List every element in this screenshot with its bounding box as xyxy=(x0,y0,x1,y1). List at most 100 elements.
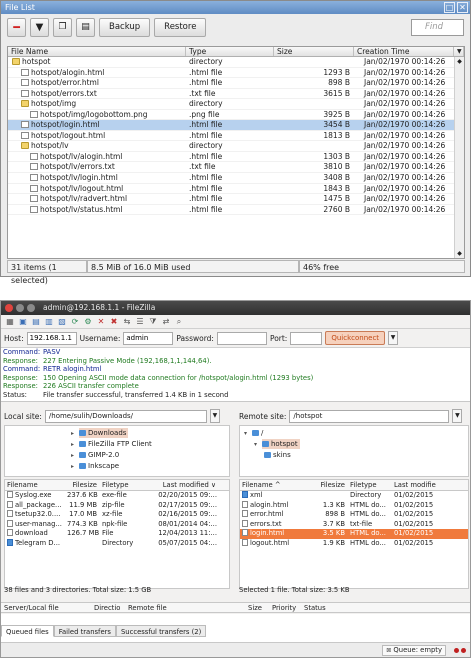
list-item[interactable]: user-manag... 774.3 KB npk-file 08/01/2014 … xyxy=(5,519,229,530)
expand-icon[interactable]: ▸ xyxy=(71,429,79,439)
local-tree-item[interactable]: ▸ Downloads xyxy=(71,428,229,439)
list-item[interactable]: logout.html 1.9 KB HTML do... 01/02/2015 xyxy=(240,538,468,549)
filter-button[interactable]: ▼ xyxy=(30,17,49,37)
column-size[interactable]: Size xyxy=(245,603,269,612)
local-path-input[interactable]: /home/sulih/Downloads/ xyxy=(44,409,207,423)
table-row[interactable]: hotspot directory Jan/02/1970 00:14:26 xyxy=(8,57,464,68)
scroll-down-icon[interactable]: ◆ xyxy=(455,250,464,257)
column-direction[interactable]: Directio xyxy=(91,603,125,612)
site-manager-icon[interactable]: ▦ xyxy=(5,317,15,327)
local-path-dropdown-icon[interactable]: ▼ xyxy=(209,409,220,423)
host-input[interactable] xyxy=(26,331,77,345)
table-row[interactable]: hotspot/error.html .html file 898 B Jan/02/… xyxy=(8,78,464,89)
column-menu-icon[interactable]: ▼ xyxy=(454,47,464,56)
remote-path-dropdown-icon[interactable]: ▼ xyxy=(452,409,463,423)
list-item[interactable]: Syslog.exe 237.6 KB exe-file 02/20/2015 09:… xyxy=(5,491,229,501)
column-last-modified[interactable]: Last modifie xyxy=(392,480,462,490)
column-type[interactable]: Type xyxy=(186,47,274,56)
local-tree-item[interactable]: ▸ Inkscape xyxy=(71,461,229,472)
table-row[interactable]: hotspot/lv/login.html .html file 3408 B Jan… xyxy=(8,173,464,184)
table-row[interactable]: hotspot/login.html .html file 3454 B Jan/02… xyxy=(8,120,464,131)
tab-successful-transfers[interactable]: Successful transfers (2) xyxy=(115,625,207,637)
expand-icon[interactable]: ▾ xyxy=(254,440,262,450)
list-item[interactable]: tsetup32.0.... 17.0 MB xz-file 02/16/2015 0… xyxy=(5,510,229,520)
table-row[interactable]: hotspot/alogin.html .html file 1293 B Jan/0… xyxy=(8,68,464,79)
list-item[interactable]: xml Directory 01/02/2015 xyxy=(240,491,468,501)
expand-icon[interactable]: ▾ xyxy=(244,429,252,439)
column-server-local-file[interactable]: Server/Local file xyxy=(1,603,91,612)
list-item[interactable]: error.html 898 B HTML do... 01/02/2015 xyxy=(240,510,468,520)
column-filename[interactable]: Filename xyxy=(5,480,65,490)
toggle-tree-icon[interactable]: ▤ xyxy=(31,317,41,327)
close-icon[interactable] xyxy=(5,304,13,312)
toggle-remote-tree-icon[interactable]: ▥ xyxy=(44,317,54,327)
copy-button[interactable]: ❐ xyxy=(53,17,72,37)
password-input[interactable] xyxy=(216,331,267,345)
maximize-icon[interactable]: □ xyxy=(444,2,455,13)
remove-button[interactable]: ━ xyxy=(7,17,26,37)
column-status[interactable]: Status xyxy=(301,603,341,612)
table-row[interactable]: hotspot/img/logobottom.png .png file 3925 … xyxy=(8,110,464,121)
disconnect-icon[interactable]: ✖ xyxy=(109,317,119,327)
close-icon[interactable]: ✕ xyxy=(457,2,468,13)
column-filesize[interactable]: Filesize xyxy=(65,480,100,490)
list-item[interactable]: Telegram D... Directory 05/07/2015 04:... xyxy=(5,538,229,549)
table-row[interactable]: hotspot/lv/alogin.html .html file 1303 B Ja… xyxy=(8,152,464,163)
column-file-name[interactable]: File Name xyxy=(8,47,186,56)
table-row[interactable]: hotspot/lv/logout.html .html file 1843 B Ja… xyxy=(8,184,464,195)
vertical-scrollbar[interactable]: ◆ ◆ xyxy=(454,57,464,258)
toggle-log-icon[interactable]: ▣ xyxy=(18,317,28,327)
local-tree-item[interactable]: ▸ FileZilla FTP Client xyxy=(71,439,229,450)
table-row[interactable]: hotspot/lv/errors.txt .txt file 3810 B Jan/… xyxy=(8,162,464,174)
reconnect-icon[interactable]: ⇆ xyxy=(122,317,132,327)
list-item[interactable]: errors.txt 3.7 KB txt-file 01/02/2015 xyxy=(240,519,468,530)
backup-button[interactable]: Backup xyxy=(99,17,151,37)
table-row[interactable]: hotspot/logout.html .html file 1813 B Jan/0… xyxy=(8,131,464,142)
table-row[interactable]: hotspot/lv directory Jan/02/1970 00:14:26 xyxy=(8,141,464,152)
process-queue-icon[interactable]: ⚙ xyxy=(83,317,93,327)
local-tree-item[interactable]: ▸ GIMP-2.0 xyxy=(71,450,229,461)
tab-queued-files[interactable]: Queued files xyxy=(1,625,54,637)
compare-icon[interactable]: ⇄ xyxy=(161,317,171,327)
username-input[interactable] xyxy=(123,331,174,345)
column-last-modified[interactable]: Last modified ∨ xyxy=(150,480,220,490)
port-input[interactable] xyxy=(290,331,323,345)
refresh-icon[interactable]: ⟳ xyxy=(70,317,80,327)
remote-tree-item[interactable]: ▾ hotspot xyxy=(244,439,468,450)
tab-failed-transfers[interactable]: Failed transfers xyxy=(53,625,116,637)
directory-listing-icon[interactable]: ☰ xyxy=(135,317,145,327)
quickconnect-button[interactable]: Quickconnect xyxy=(325,331,386,345)
find-input[interactable]: Find xyxy=(411,18,464,36)
remote-tree-root[interactable]: ▾ / xyxy=(244,428,468,439)
expand-icon[interactable]: ▸ xyxy=(71,451,79,461)
table-row[interactable]: hotspot/lv/radvert.html .html file 1475 B J… xyxy=(8,194,464,205)
column-size[interactable]: Size xyxy=(274,47,354,56)
list-item[interactable]: download 126.7 MB File 12/04/2013 11:... xyxy=(5,529,229,539)
expand-icon[interactable]: ▸ xyxy=(71,440,79,450)
list-item[interactable]: alogin.html 1.3 KB HTML do... 01/02/2015 xyxy=(240,500,468,511)
expand-icon[interactable]: ▸ xyxy=(71,462,79,472)
paste-button[interactable]: ▤ xyxy=(76,17,95,37)
quickconnect-dropdown-icon[interactable]: ▼ xyxy=(388,331,399,345)
minimize-icon[interactable] xyxy=(16,304,24,312)
scroll-up-icon[interactable]: ◆ xyxy=(455,58,464,65)
maximize-icon[interactable] xyxy=(27,304,35,312)
toggle-queue-icon[interactable]: ▧ xyxy=(57,317,67,327)
column-creation-time[interactable]: Creation Time xyxy=(354,47,454,56)
list-item[interactable]: all_package... 11.9 MB zip-file 02/17/2015 … xyxy=(5,500,229,511)
remote-path-input[interactable]: /hotspot xyxy=(289,409,450,423)
cancel-icon[interactable]: ✕ xyxy=(96,317,106,327)
column-filetype[interactable]: Filetype xyxy=(100,480,150,490)
search-icon[interactable]: ⌕ xyxy=(174,317,184,327)
column-filename[interactable]: Filename ^ xyxy=(240,480,298,490)
list-item[interactable]: login.html 3.5 KB HTML do... 01/02/2015 xyxy=(240,529,468,539)
table-row[interactable]: hotspot/img directory Jan/02/1970 00:14:26 xyxy=(8,99,464,110)
remote-tree-item[interactable]: skins xyxy=(244,450,468,460)
column-filesize[interactable]: Filesize xyxy=(298,480,348,490)
table-row[interactable]: hotspot/lv/status.html .html file 2760 B Ja… xyxy=(8,205,464,216)
column-priority[interactable]: Priority xyxy=(269,603,301,612)
restore-button[interactable]: Restore xyxy=(154,17,207,37)
column-filetype[interactable]: Filetype xyxy=(348,480,392,490)
filter-icon[interactable]: ⧩ xyxy=(148,317,158,327)
table-row[interactable]: hotspot/errors.txt .txt file 3615 B Jan/02/… xyxy=(8,89,464,100)
